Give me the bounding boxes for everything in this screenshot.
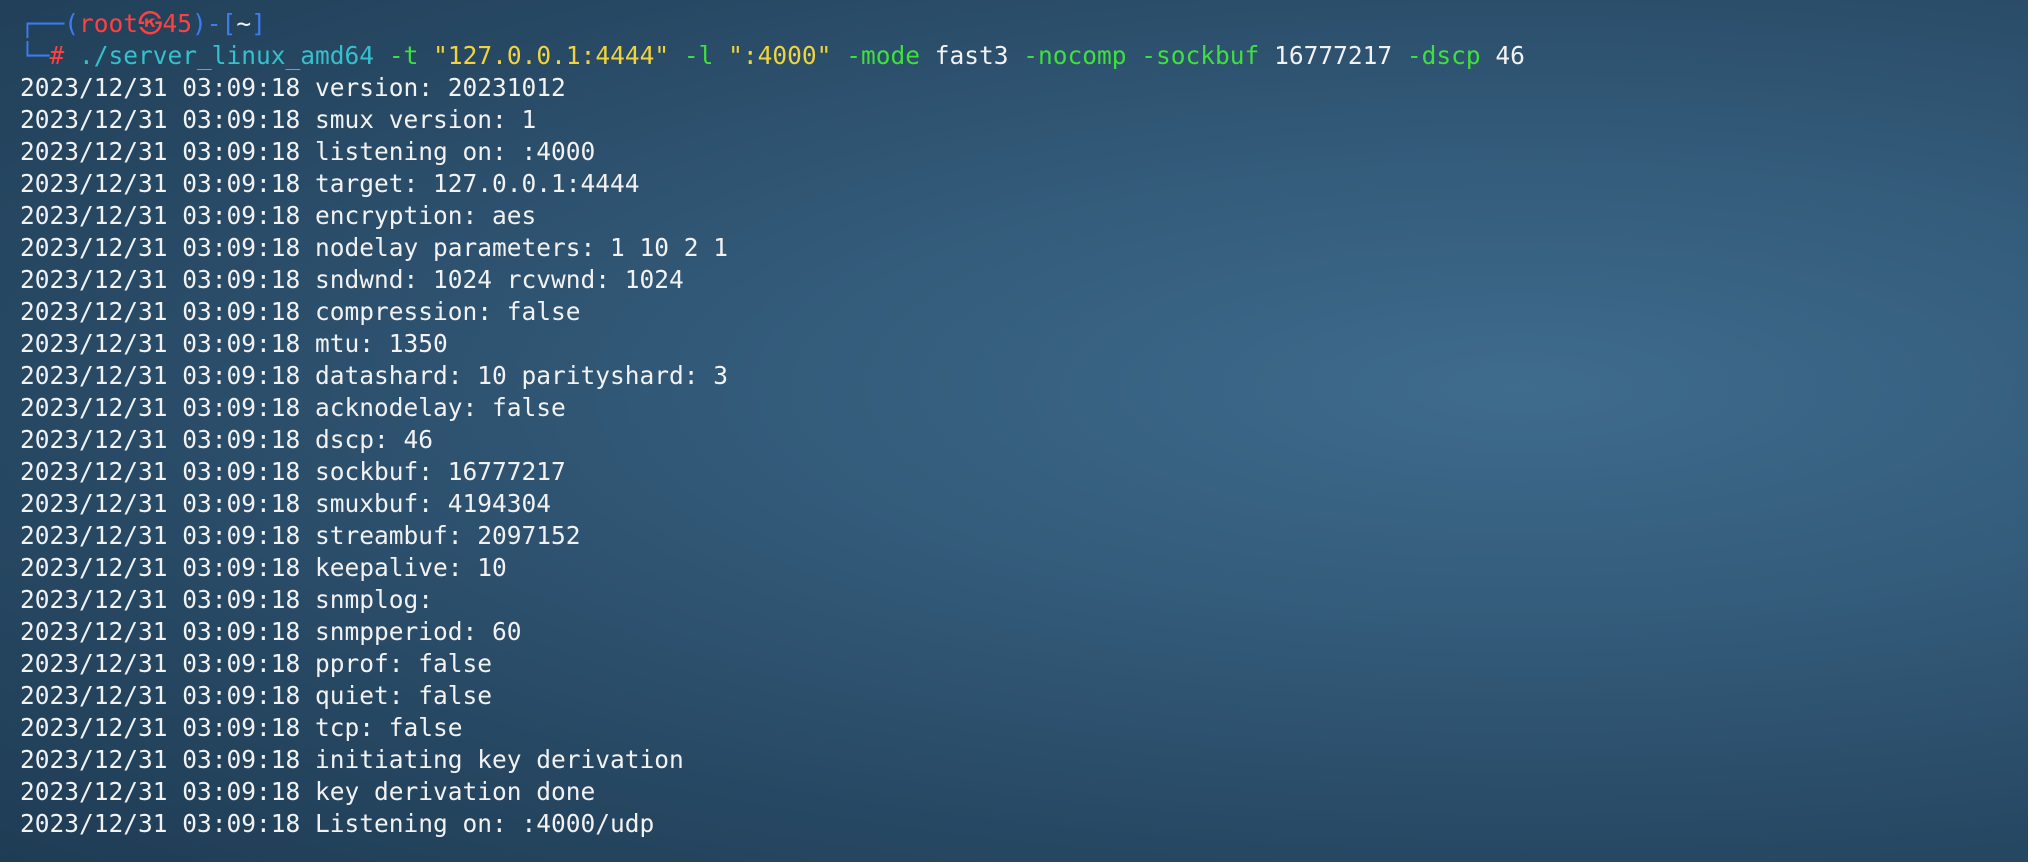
output-line-keepalive: 2023/12/31 03:09:18 keepalive: 10 [20,553,507,582]
command-flag-mode: -mode [846,41,920,70]
terminal-window[interactable]: ┌──(root㉿45)-[~] └─# ./server_linux_amd6… [20,8,2010,840]
output-line-version: 2023/12/31 03:09:18 version: 20231012 [20,73,566,102]
command-executable: ./server_linux_amd64 [79,41,375,70]
command-value-t: "127.0.0.1:4444" [433,41,670,70]
output-line-mtu: 2023/12/31 03:09:18 mtu: 1350 [20,329,448,358]
command-value-l: ":4000" [728,41,832,70]
output-line-quiet: 2023/12/31 03:09:18 quiet: false [20,681,493,710]
output-line-acknodelay: 2023/12/31 03:09:18 acknodelay: false [20,393,566,422]
output-line-tcp: 2023/12/31 03:09:18 tcp: false [20,713,463,742]
output-line-key-derivation-done: 2023/12/31 03:09:18 key derivation done [20,777,596,806]
output-line-snmplog: 2023/12/31 03:09:18 snmplog: [20,585,434,614]
output-line-streambuf: 2023/12/31 03:09:18 streambuf: 2097152 [20,521,581,550]
output-line-pprof: 2023/12/31 03:09:18 pprof: false [20,649,493,678]
prompt-bottom-frame: └─ [20,41,50,70]
output-line-smuxbuf: 2023/12/31 03:09:18 smuxbuf: 4194304 [20,489,552,518]
prompt-at-symbol: ㉿ [138,9,163,38]
output-line-compression: 2023/12/31 03:09:18 compression: false [20,297,581,326]
command-flag-dscp: -dscp [1406,41,1481,70]
output-line-smux-version: 2023/12/31 03:09:18 smux version: 1 [20,105,537,134]
output-line-shards: 2023/12/31 03:09:18 datashard: 10 parity… [20,361,729,390]
prompt-close-frame: ] [251,9,266,38]
prompt-host: 45 [162,9,193,38]
prompt-cwd: ~ [236,9,252,38]
output-line-window: 2023/12/31 03:09:18 sndwnd: 1024 rcvwnd:… [20,265,684,294]
output-line-target: 2023/12/31 03:09:18 target: 127.0.0.1:44… [20,169,640,198]
output-line-listening-udp: 2023/12/31 03:09:18 Listening on: :4000/… [20,809,655,838]
output-line-key-derivation-start: 2023/12/31 03:09:18 initiating key deriv… [20,745,684,774]
output-line-nodelay: 2023/12/31 03:09:18 nodelay parameters: … [20,233,729,262]
prompt-line: ┌──(root㉿45)-[~] [20,8,2010,40]
command-value-dscp: 46 [1495,41,1525,70]
command-value-sockbuf: 16777217 [1274,41,1393,70]
prompt-top-frame: ┌──( [20,9,80,38]
output-line-dscp: 2023/12/31 03:09:18 dscp: 46 [20,425,434,454]
output-line-encryption: 2023/12/31 03:09:18 encryption: aes [20,201,537,230]
command-value-mode: fast3 [934,41,1009,70]
prompt-user: root [79,9,139,38]
prompt-hash: # [49,41,65,70]
output-line-listening: 2023/12/31 03:09:18 listening on: :4000 [20,137,596,166]
command-flag-nocomp: -nocomp [1023,41,1127,70]
command-flag-sockbuf: -sockbuf [1141,41,1260,70]
prompt-mid-frame: )-[ [192,9,237,38]
command-line[interactable]: └─# ./server_linux_amd64 -t "127.0.0.1:4… [20,40,2010,72]
command-flag-t: -t [388,41,419,70]
output-line-snmpperiod: 2023/12/31 03:09:18 snmpperiod: 60 [20,617,522,646]
output-line-sockbuf: 2023/12/31 03:09:18 sockbuf: 16777217 [20,457,566,486]
command-flag-l: -l [683,41,714,70]
